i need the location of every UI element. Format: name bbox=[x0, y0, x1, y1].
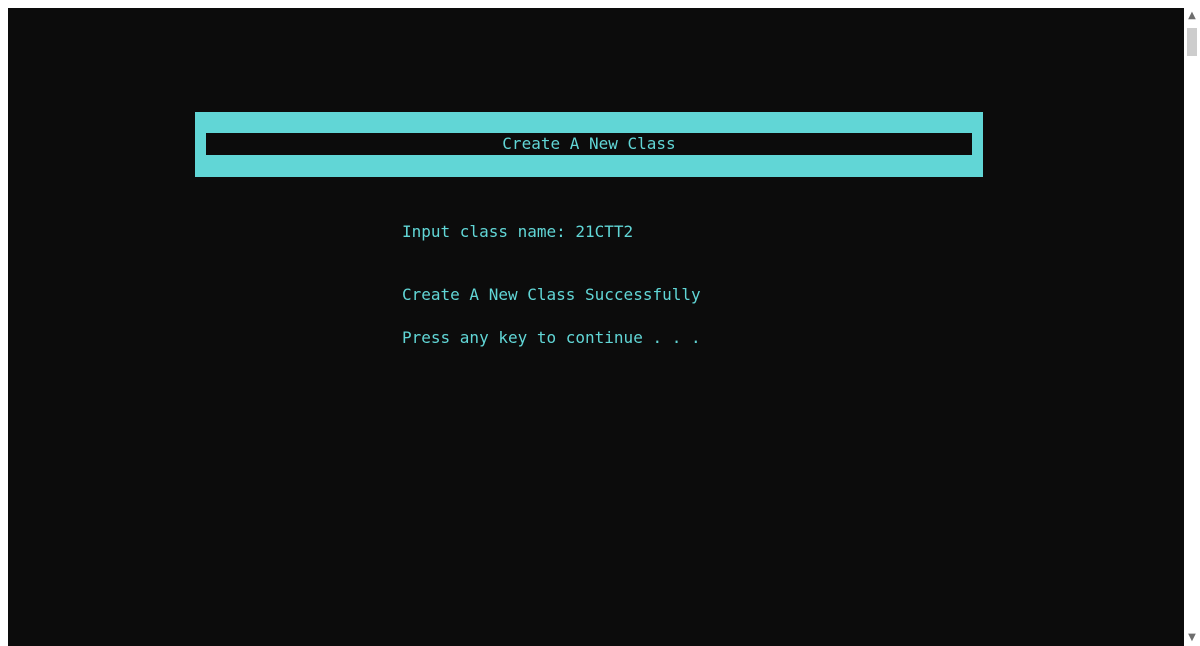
banner-title: Create A New Class bbox=[502, 134, 676, 153]
scroll-up-icon[interactable]: ▲ bbox=[1184, 8, 1200, 24]
prompt-value: 21CTT2 bbox=[575, 222, 634, 241]
scroll-down-icon[interactable]: ▼ bbox=[1184, 630, 1200, 646]
prompt-label: Input class name: bbox=[402, 222, 576, 241]
console-window: Create A New Class Input class name: 21C… bbox=[0, 0, 1200, 646]
title-banner: Create A New Class bbox=[195, 112, 983, 177]
class-name-prompt: Input class name: 21CTT2 bbox=[402, 222, 633, 242]
vertical-scrollbar[interactable]: ▲ ▼ bbox=[1184, 8, 1200, 646]
title-banner-inner: Create A New Class bbox=[206, 133, 972, 155]
continue-message: Press any key to continue . . . bbox=[402, 328, 701, 347]
success-message: Create A New Class Successfully bbox=[402, 285, 701, 304]
scroll-thumb[interactable] bbox=[1187, 28, 1197, 56]
console-output[interactable]: Create A New Class Input class name: 21C… bbox=[8, 8, 1184, 646]
